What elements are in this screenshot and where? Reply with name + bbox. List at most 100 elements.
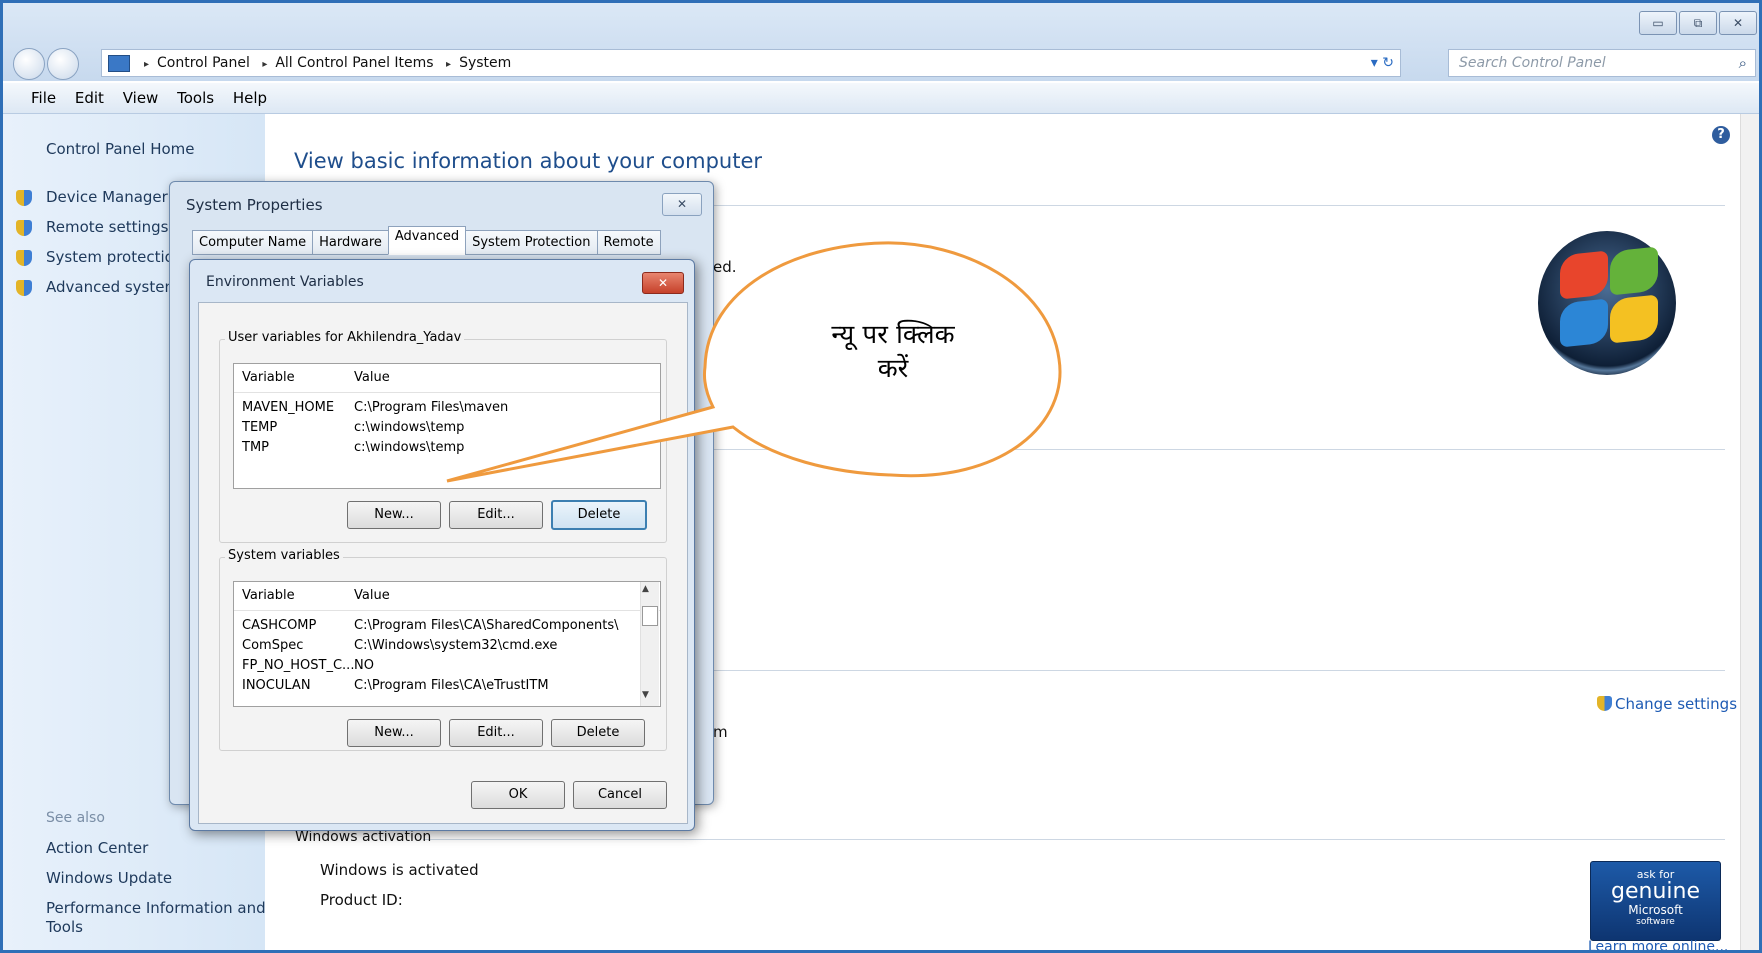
close-button[interactable]: ✕ xyxy=(642,272,684,294)
tab-system-protection[interactable]: System Protection xyxy=(465,230,598,255)
list-item[interactable]: INOCULAN xyxy=(242,678,311,693)
help-icon[interactable]: ? xyxy=(1712,126,1730,144)
shield-icon xyxy=(1597,696,1612,711)
minimize-button[interactable]: ▭ xyxy=(1639,11,1677,35)
tab-advanced[interactable]: Advanced xyxy=(387,226,467,255)
change-settings-link[interactable]: Change settings xyxy=(1597,695,1737,713)
flag-green xyxy=(1610,246,1658,296)
close-window-button[interactable]: ✕ xyxy=(1719,11,1757,35)
list-header: Variable Value xyxy=(234,582,660,611)
list-item[interactable]: ComSpec xyxy=(242,638,303,653)
computer-icon xyxy=(108,55,130,72)
tab-strip: Computer Name Hardware Advanced System P… xyxy=(192,226,661,255)
column-value[interactable]: Value xyxy=(354,588,390,603)
list-item-value[interactable]: c:\windows\temp xyxy=(354,440,464,455)
scroll-up-icon[interactable]: ▲ xyxy=(642,584,649,594)
column-value[interactable]: Value xyxy=(354,370,390,385)
tab-computer-name[interactable]: Computer Name xyxy=(192,230,314,255)
user-delete-button[interactable]: Delete xyxy=(551,500,647,530)
tab-remote[interactable]: Remote xyxy=(596,230,661,255)
callout-line-2: करें xyxy=(877,354,909,384)
callout-text: न्यू पर क्लिक करें xyxy=(763,318,1023,386)
list-item[interactable]: CASHCOMP xyxy=(242,618,316,633)
menu-edit[interactable]: Edit xyxy=(75,89,104,107)
menu-view[interactable]: View xyxy=(123,89,159,107)
system-protection-link[interactable]: System protection xyxy=(46,248,183,266)
cancel-button[interactable]: Cancel xyxy=(573,781,667,809)
breadcrumb-system[interactable]: System xyxy=(459,55,511,71)
flag-red xyxy=(1560,250,1608,300)
list-item-value[interactable]: C:\Program Files\maven xyxy=(354,400,508,415)
system-variables-list[interactable]: Variable Value CASHCOMP C:\Program Files… xyxy=(233,581,661,707)
dialog-title: Environment Variables xyxy=(206,274,364,290)
refresh-icon[interactable]: ▾ ↻ xyxy=(1284,50,1394,76)
close-button[interactable]: ✕ xyxy=(662,193,702,216)
app-frame: ▭ ⧉ ✕ ▸ Control Panel ▸ All Control Panel … xyxy=(0,0,1762,953)
menu-tools[interactable]: Tools xyxy=(177,89,214,107)
user-new-button[interactable]: New... xyxy=(347,501,441,529)
search-placeholder: Search Control Panel xyxy=(1459,55,1606,71)
remote-settings-link[interactable]: Remote settings xyxy=(46,218,168,236)
control-panel-home-link[interactable]: Control Panel Home xyxy=(46,140,195,158)
windows-update-link[interactable]: Windows Update xyxy=(46,869,172,887)
activation-heading: Windows activation xyxy=(295,829,432,845)
title-bar: ▭ ⧉ ✕ ▸ Control Panel ▸ All Control Panel … xyxy=(3,3,1759,81)
list-item-value[interactable]: C:\Windows\system32\cmd.exe xyxy=(354,638,557,653)
divider xyxy=(703,670,1725,671)
list-item[interactable]: TMP xyxy=(242,440,269,455)
user-variables-list[interactable]: Variable Value MAVEN_HOME C:\Program Fil… xyxy=(233,363,661,489)
product-id-label: Product ID: xyxy=(320,891,403,909)
partial-text: ed. xyxy=(713,258,737,276)
address-bar[interactable]: ▸ Control Panel ▸ All Control Panel Items … xyxy=(101,49,1401,77)
maximize-button[interactable]: ⧉ xyxy=(1679,11,1717,35)
callout-line-1: न्यू पर क्लिक xyxy=(831,320,955,350)
user-edit-button[interactable]: Edit... xyxy=(449,501,543,529)
tab-hardware[interactable]: Hardware xyxy=(312,230,389,255)
search-icon[interactable]: ⌕ xyxy=(1739,50,1747,76)
performance-info-link-tools[interactable]: Tools xyxy=(46,918,83,936)
user-variables-label: User variables for Akhilendra_Yadav xyxy=(225,330,465,345)
main-scrollbar[interactable] xyxy=(1740,114,1759,950)
scroll-thumb[interactable] xyxy=(642,606,658,626)
action-center-link[interactable]: Action Center xyxy=(46,839,148,857)
learn-more-link[interactable]: Learn more online... xyxy=(1588,939,1728,950)
list-scrollbar[interactable]: ▲ ▼ xyxy=(640,582,659,706)
menu-help[interactable]: Help xyxy=(233,89,267,107)
breadcrumb-control-panel[interactable]: Control Panel xyxy=(157,55,250,71)
breadcrumb-all-items[interactable]: All Control Panel Items xyxy=(275,55,433,71)
column-variable[interactable]: Variable xyxy=(242,588,295,603)
menu-file[interactable]: File xyxy=(31,89,56,107)
list-item-value[interactable]: C:\Program Files\CA\eTrustITM xyxy=(354,678,549,693)
shield-icon xyxy=(16,190,32,206)
list-item-value[interactable]: c:\windows\temp xyxy=(354,420,464,435)
dialog-title: System Properties xyxy=(186,196,323,214)
windows-logo xyxy=(1538,231,1676,375)
ok-button[interactable]: OK xyxy=(471,781,565,809)
activation-status: Windows is activated xyxy=(320,861,479,879)
list-item[interactable]: MAVEN_HOME xyxy=(242,400,334,415)
list-item[interactable]: FP_NO_HOST_C... xyxy=(242,658,354,673)
system-new-button[interactable]: New... xyxy=(347,719,441,747)
system-edit-button[interactable]: Edit... xyxy=(449,719,543,747)
genuine-software: software xyxy=(1636,917,1675,927)
list-item-value[interactable]: C:\Program Files\CA\SharedComponents\ xyxy=(354,618,618,633)
advanced-system-link[interactable]: Advanced system xyxy=(46,278,179,296)
see-also-heading: See also xyxy=(46,810,105,826)
list-item-value[interactable]: NO xyxy=(354,658,374,673)
list-item[interactable]: TEMP xyxy=(242,420,277,435)
system-delete-button[interactable]: Delete xyxy=(551,719,645,747)
system-variables-label: System variables xyxy=(225,548,343,563)
genuine-microsoft-badge[interactable]: ask for genuine Microsoft software xyxy=(1590,861,1721,941)
page-title: View basic information about your comput… xyxy=(294,149,763,173)
shield-icon xyxy=(16,250,32,266)
genuine-brand: genuine xyxy=(1611,879,1700,904)
environment-variables-dialog: Environment Variables ✕ User variables f… xyxy=(189,259,695,831)
device-manager-link[interactable]: Device Manager xyxy=(46,188,168,206)
scroll-down-icon[interactable]: ▼ xyxy=(642,690,649,700)
forward-icon[interactable] xyxy=(47,48,79,80)
back-icon[interactable] xyxy=(13,48,45,80)
performance-info-link[interactable]: Performance Information and xyxy=(46,899,266,917)
column-variable[interactable]: Variable xyxy=(242,370,295,385)
search-input[interactable]: Search Control Panel ⌕ xyxy=(1448,49,1756,77)
flag-blue xyxy=(1560,298,1608,348)
